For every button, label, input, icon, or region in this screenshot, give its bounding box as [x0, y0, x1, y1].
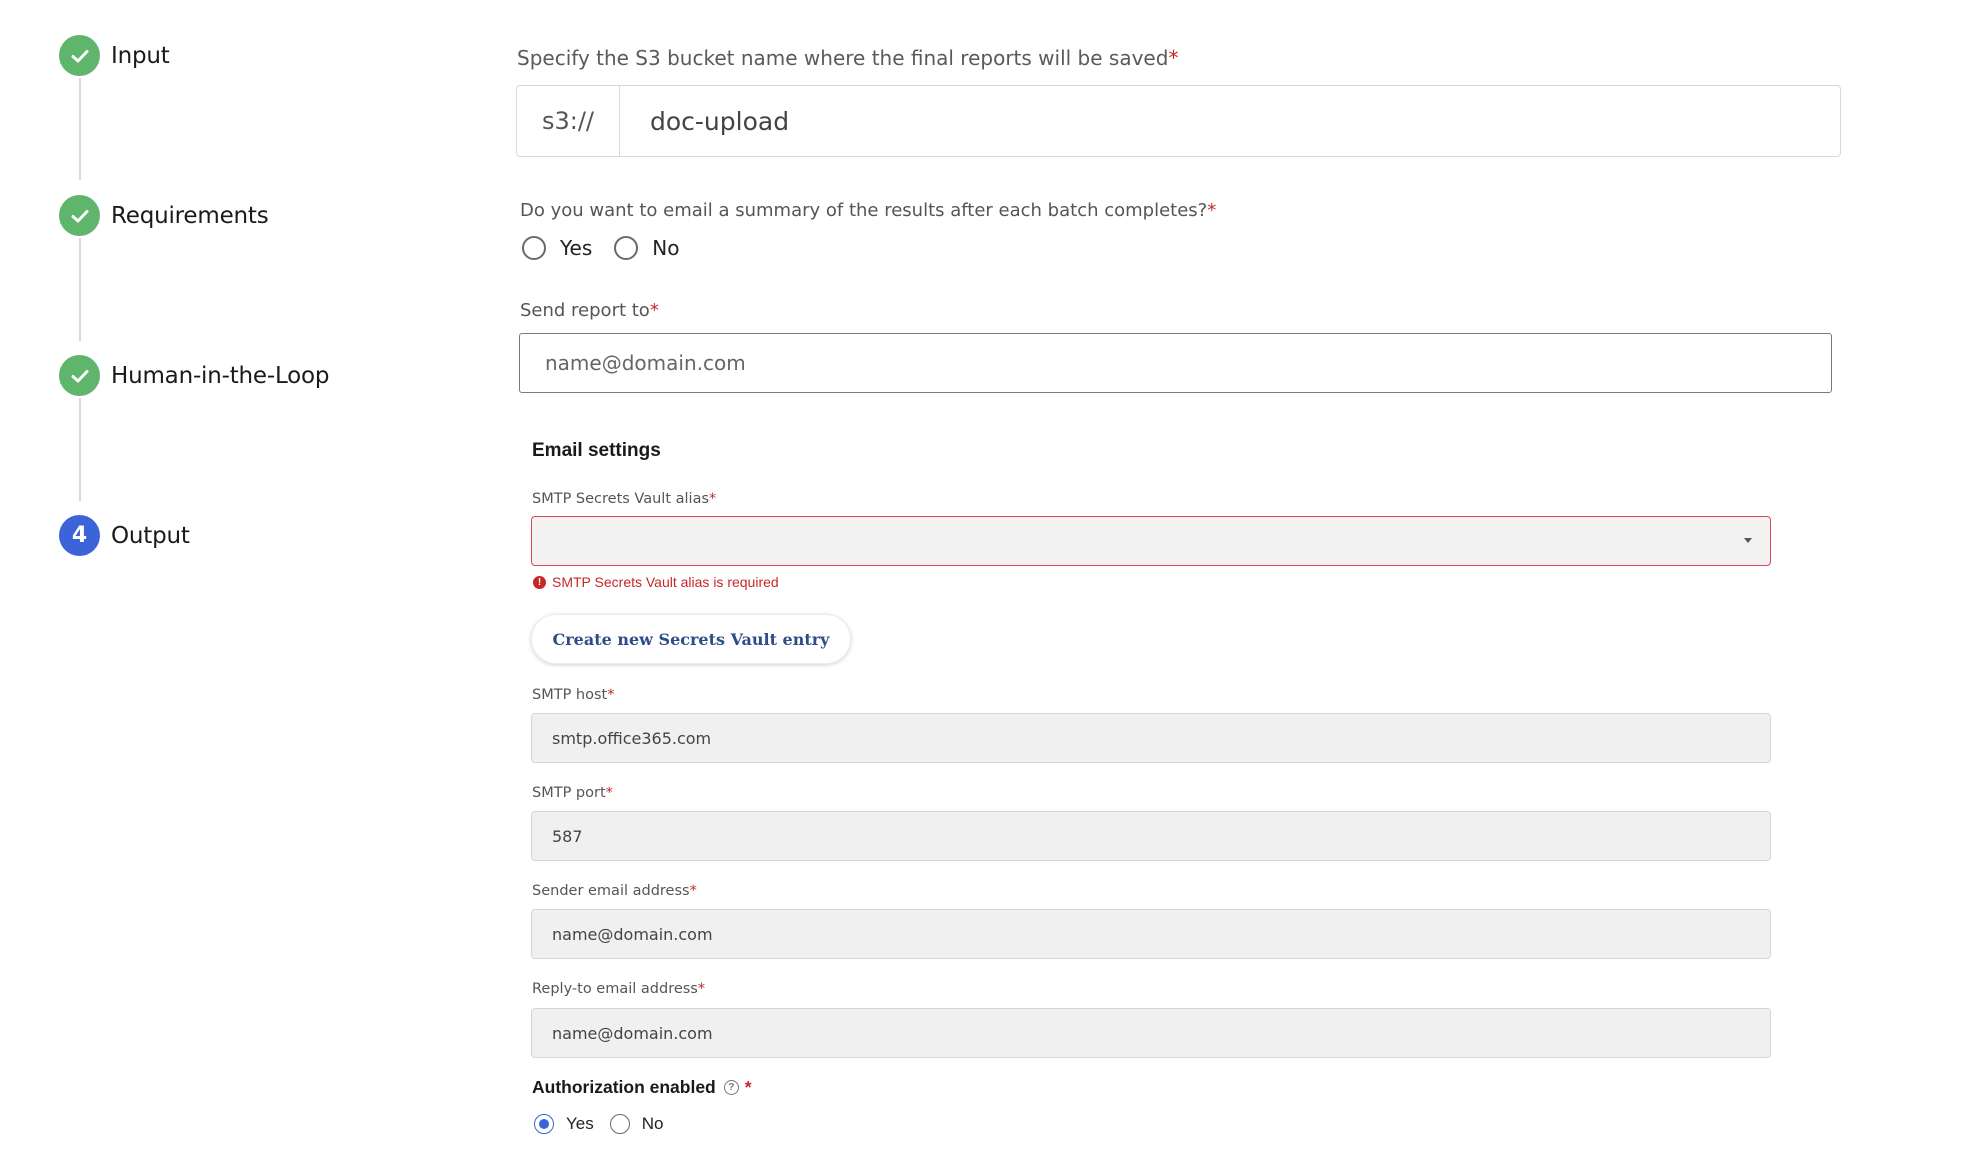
step-connector — [79, 398, 81, 501]
step-requirements[interactable]: Requirements — [59, 195, 269, 236]
error-icon: ! — [533, 575, 546, 589]
check-icon — [59, 195, 100, 236]
radio-label: Yes — [560, 236, 593, 260]
email-summary-no-radio[interactable] — [614, 236, 639, 260]
reply-to-email-label: Reply-to email address* — [532, 981, 706, 997]
authorization-no-radio[interactable] — [609, 1114, 630, 1134]
step-output[interactable]: 4 Output — [59, 515, 190, 556]
smtp-port-label: SMTP port* — [532, 785, 613, 801]
step-connector — [79, 238, 81, 341]
step-number: 4 — [59, 515, 100, 556]
step-label: Human-in-the-Loop — [111, 362, 330, 389]
step-human-in-the-loop[interactable]: Human-in-the-Loop — [59, 355, 330, 396]
radio-label: No — [652, 236, 680, 260]
sender-email-label: Sender email address* — [532, 883, 697, 899]
s3-bucket-input[interactable]: doc-upload — [650, 107, 789, 136]
check-icon — [59, 35, 100, 76]
step-input[interactable]: Input — [59, 35, 170, 76]
help-icon[interactable]: ? — [723, 1080, 739, 1095]
vault-alias-error: ! SMTP Secrets Vault alias is required — [533, 574, 779, 590]
vault-alias-select[interactable] — [531, 516, 1771, 566]
email-summary-radio-group: Yes No — [522, 236, 702, 260]
step-connector — [79, 78, 81, 180]
authorization-radio-group: Yes No — [534, 1114, 679, 1134]
radio-label: Yes — [566, 1114, 594, 1133]
create-vault-entry-button[interactable]: Create new Secrets Vault entry — [531, 614, 851, 664]
email-summary-label: Do you want to email a summary of the re… — [520, 200, 1217, 221]
send-report-label: Send report to* — [520, 300, 659, 321]
authorization-yes-radio[interactable] — [534, 1114, 554, 1134]
section-title: Email settings — [532, 440, 661, 461]
sender-email-input[interactable]: name@domain.com — [531, 909, 1771, 959]
progress-stepper: Input Requirements Human-in-the-Loop 4 O… — [0, 0, 480, 1160]
email-summary-yes-radio[interactable] — [522, 236, 546, 260]
vault-alias-label: SMTP Secrets Vault alias* — [532, 491, 717, 507]
authorization-label: Authorization enabled ? * — [532, 1077, 752, 1097]
s3-bucket-field[interactable]: s3:// doc-upload — [516, 85, 1841, 157]
send-report-input[interactable]: name@domain.com — [519, 333, 1832, 393]
step-label: Output — [111, 522, 190, 549]
s3-prefix: s3:// — [517, 86, 620, 156]
radio-label: No — [641, 1114, 664, 1133]
smtp-host-input[interactable]: smtp.office365.com — [531, 713, 1771, 763]
smtp-host-label: SMTP host* — [532, 687, 615, 703]
s3-bucket-label: Specify the S3 bucket name where the fin… — [517, 46, 1179, 70]
step-label: Requirements — [111, 202, 269, 229]
reply-to-email-input[interactable]: name@domain.com — [531, 1008, 1771, 1058]
check-icon — [59, 355, 100, 396]
smtp-port-input[interactable]: 587 — [531, 811, 1771, 861]
caret-down-icon — [1744, 538, 1752, 543]
step-label: Input — [111, 42, 170, 69]
